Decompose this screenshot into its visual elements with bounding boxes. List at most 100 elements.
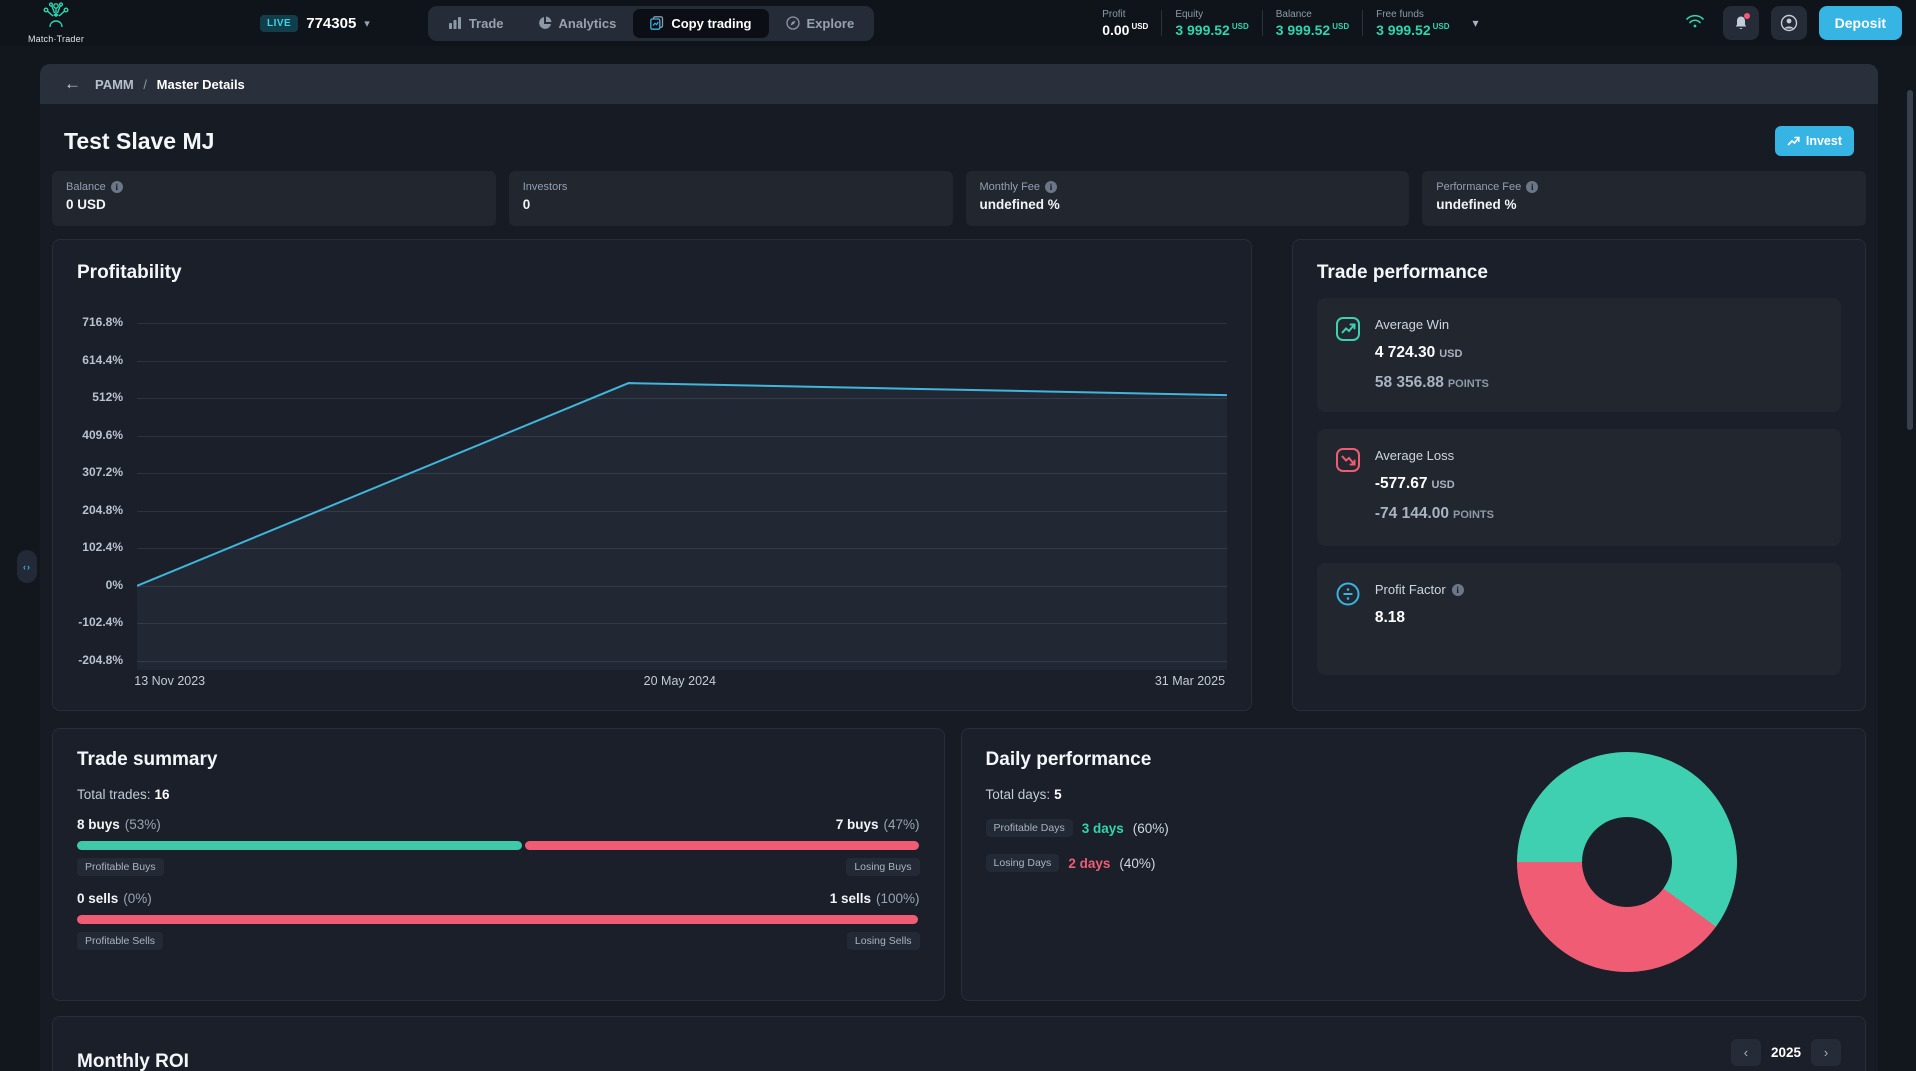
sells-row: 0 sells(0%) 1 sells(100%) Profitable Sel… (77, 891, 920, 950)
unit: POINTS (1448, 378, 1489, 390)
invest-label: Invest (1806, 134, 1842, 148)
metric-label: Balance (1276, 9, 1349, 20)
daily-performance-title: Daily performance (986, 749, 1841, 771)
account-id: 774305 (306, 15, 356, 32)
stat-investors: Investors 0 (509, 171, 953, 226)
losing-buys-count: 7 buys(47%) (836, 817, 920, 832)
title-row: Test Slave MJ Invest (64, 126, 1854, 156)
stat-performance-fee: Performance Feei undefined % (1422, 171, 1866, 226)
divide-icon (1335, 581, 1361, 659)
tab-label: Analytics (559, 16, 617, 31)
tab-analytics[interactable]: Analytics (521, 9, 634, 38)
losing-sells-count: 1 sells(100%) (830, 891, 920, 906)
unit: USD (1431, 479, 1454, 491)
deposit-button[interactable]: Deposit (1819, 6, 1902, 40)
brand-logo[interactable]: Match·Trader (20, 2, 92, 44)
average-loss-label: Average Loss (1375, 445, 1494, 463)
monthly-roi-title: Monthly ROI (77, 1051, 189, 1071)
daily-performance-card: Daily performance Total days:5 Profitabl… (961, 728, 1866, 1001)
breadcrumb-section[interactable]: PAMM (95, 77, 134, 92)
currency-suffix: USD (1232, 22, 1249, 31)
metrics-expand-chevron-icon[interactable]: ▾ (1473, 16, 1479, 30)
average-win-points: 58 356.88POINTS (1375, 374, 1489, 392)
profit-factor-label: Profit Factori (1375, 579, 1464, 597)
stat-label: Investors (523, 181, 939, 193)
average-win-usd: 4 724.30USD (1375, 344, 1489, 362)
profitable-days-value: 3 days (1082, 821, 1124, 836)
trend-up-icon (1335, 316, 1361, 396)
metric-profit: Profit 0.00USD (1102, 9, 1161, 38)
tab-explore[interactable]: Explore (769, 9, 872, 38)
next-year-button[interactable]: › (1811, 1039, 1841, 1066)
page-content: Test Slave MJ Invest Balancei 0 USD Inve… (40, 126, 1878, 1071)
stat-monthly-fee: Monthly Feei undefined % (966, 171, 1410, 226)
chevron-down-icon: ▾ (364, 17, 370, 30)
metric-value: 0.00USD (1102, 22, 1148, 38)
buys-labels: 8 buys(53%) 7 buys(47%) (77, 817, 920, 832)
previous-year-button[interactable]: ‹ (1731, 1039, 1761, 1066)
average-loss-usd: -577.67USD (1375, 475, 1494, 493)
y-axis-tick-label: -102.4% (53, 615, 123, 629)
main-nav: Trade Analytics Copy trading Explore (428, 6, 874, 41)
copy-trading-icon (650, 16, 664, 30)
info-icon[interactable]: i (1045, 181, 1057, 193)
year-label: 2025 (1771, 1045, 1801, 1060)
profit-factor-value: 8.18 (1375, 609, 1464, 627)
metric-value: 3 999.52USD (1276, 22, 1349, 38)
average-loss-card: Average Loss -577.67USD -74 144.00POINTS (1317, 429, 1841, 546)
unit: POINTS (1453, 509, 1494, 521)
invest-button[interactable]: Invest (1775, 126, 1854, 156)
summary-row: Trade summary Total trades:16 8 buys(53%… (52, 728, 1866, 1001)
metric-free-funds: Free funds 3 999.52USD (1363, 9, 1462, 38)
average-win-content: Average Win 4 724.30USD 58 356.88POINTS (1375, 314, 1489, 396)
average-win-card: Average Win 4 724.30USD 58 356.88POINTS (1317, 298, 1841, 412)
stat-label: Monthly Feei (980, 181, 1396, 193)
currency-suffix: USD (1433, 22, 1450, 31)
info-icon[interactable]: i (111, 181, 123, 193)
y-axis-tick-label: 307.2% (53, 465, 123, 479)
account-selector[interactable]: LIVE 774305 ▾ (260, 15, 370, 32)
monthly-roi-header: Monthly ROI ‹ 2025 › (77, 1037, 1841, 1071)
account-metrics: Profit 0.00USD Equity 3 999.52USD Balanc… (1102, 9, 1478, 38)
notifications-button[interactable] (1723, 6, 1759, 40)
live-badge: LIVE (260, 15, 298, 32)
average-loss-points: -74 144.00POINTS (1375, 505, 1494, 523)
vertical-scrollbar[interactable] (1907, 90, 1913, 430)
profitable-buys-segment (77, 841, 522, 850)
losing-days-tag: Losing Days (986, 854, 1060, 872)
metric-label: Equity (1175, 9, 1248, 20)
header-actions: Deposit (1685, 6, 1902, 40)
trade-summary-card: Trade summary Total trades:16 8 buys(53%… (52, 728, 945, 1001)
stats-row: Balancei 0 USD Investors 0 Monthly Feei … (52, 171, 1866, 226)
trade-performance-title: Trade performance (1317, 262, 1841, 284)
y-axis-tick-label: 0% (53, 578, 123, 592)
connection-status-icon (1685, 13, 1705, 34)
tab-copy-trading[interactable]: Copy trading (633, 9, 768, 38)
y-axis-tick-label: 716.8% (53, 315, 123, 329)
profitability-chart: 716.8%614.4%512%409.6%307.2%204.8%102.4%… (53, 300, 1251, 700)
info-icon[interactable]: i (1526, 181, 1538, 193)
profitable-days-tag: Profitable Days (986, 819, 1073, 837)
pie-chart-icon (538, 16, 552, 30)
donut-hole (1582, 817, 1672, 907)
info-icon[interactable]: i (1452, 584, 1464, 596)
unit: USD (1439, 348, 1462, 360)
metric-value: 3 999.52USD (1376, 22, 1449, 38)
back-arrow-icon[interactable]: ← (64, 74, 81, 94)
sells-tags: Profitable Sells Losing Sells (77, 932, 920, 950)
profile-button[interactable] (1771, 6, 1807, 40)
side-panel-toggle[interactable]: ‹› (17, 550, 37, 583)
user-icon (1780, 14, 1798, 32)
metric-value: 3 999.52USD (1175, 22, 1248, 38)
brand-name: Match·Trader (28, 34, 84, 44)
stat-balance: Balancei 0 USD (52, 171, 496, 226)
losing-sells-segment (77, 915, 918, 924)
profitability-card: Profitability 716.8%614.4%512%409.6%307.… (52, 239, 1252, 711)
stat-value: undefined % (980, 197, 1396, 212)
currency-suffix: USD (1332, 22, 1349, 31)
y-axis-tick-label: 409.6% (53, 428, 123, 442)
currency-suffix: USD (1131, 22, 1148, 31)
main-panel: ← PAMM / Master Details Test Slave MJ In… (40, 64, 1878, 1071)
stat-value: 0 (523, 197, 939, 212)
tab-trade[interactable]: Trade (431, 9, 521, 38)
